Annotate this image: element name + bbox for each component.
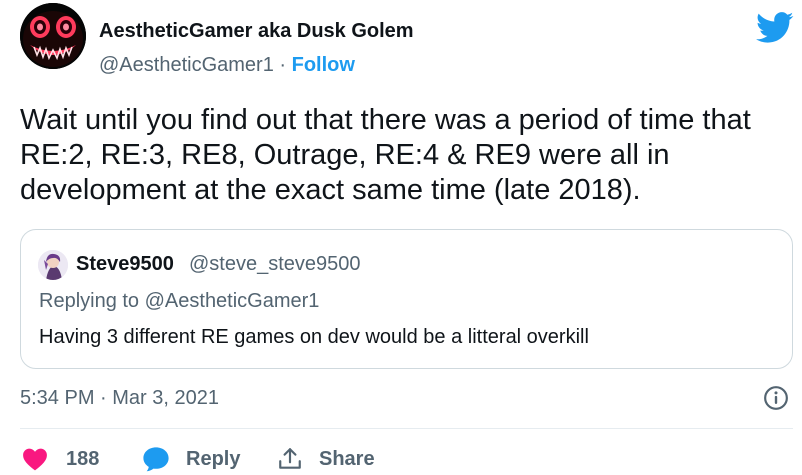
share-label: Share xyxy=(319,447,375,470)
reply-label: Reply xyxy=(186,447,241,470)
tweet-text-line: development at the exact same time (late… xyxy=(20,174,641,206)
author-avatar[interactable] xyxy=(20,3,86,69)
author-handle[interactable]: @AestheticGamer1 xyxy=(99,54,274,76)
quote-author-handle[interactable]: @steve_steve9500 xyxy=(189,253,361,276)
quote-author-avatar[interactable] xyxy=(38,250,68,280)
tweet-text-line: RE:2, RE:3, RE8, Outrage, RE:4 & RE9 wer… xyxy=(20,139,670,171)
divider xyxy=(20,428,793,429)
share-upload-icon xyxy=(279,448,301,469)
info-icon[interactable] xyxy=(763,385,789,411)
quote-text: Having 3 different RE games on dev would… xyxy=(39,326,589,348)
author-display-name[interactable]: AestheticGamer aka Dusk Golem xyxy=(99,20,414,43)
like-count: 188 xyxy=(66,447,100,470)
author-handle-line: @AestheticGamer1 · Follow xyxy=(99,54,355,77)
heart-icon xyxy=(23,448,47,471)
character-avatar-icon xyxy=(38,250,68,280)
quote-author-name[interactable]: Steve9500 xyxy=(76,253,174,276)
follow-button[interactable]: Follow xyxy=(292,54,355,76)
quote-replying-to: Replying to @AestheticGamer1 xyxy=(39,290,320,312)
handle-separator: · xyxy=(279,54,287,76)
tweet-text: Wait until you find out that there was a… xyxy=(20,103,798,208)
reply-button[interactable]: Reply xyxy=(142,445,240,473)
tweet-timestamp[interactable]: 5:34 PM · Mar 3, 2021 xyxy=(20,387,219,410)
twitter-bird-icon[interactable] xyxy=(756,12,794,44)
demon-face-avatar-icon xyxy=(20,3,86,69)
tweet-text-line: Wait until you find out that there was a… xyxy=(20,104,751,136)
tweet-embed: AestheticGamer aka Dusk Golem @Aesthetic… xyxy=(0,0,802,475)
like-button[interactable]: 188 xyxy=(22,445,99,473)
share-button[interactable]: Share xyxy=(277,445,375,473)
quoted-tweet-card[interactable]: Steve9500 @steve_steve9500 Replying to @… xyxy=(20,229,793,369)
speech-bubble-icon xyxy=(143,447,169,472)
